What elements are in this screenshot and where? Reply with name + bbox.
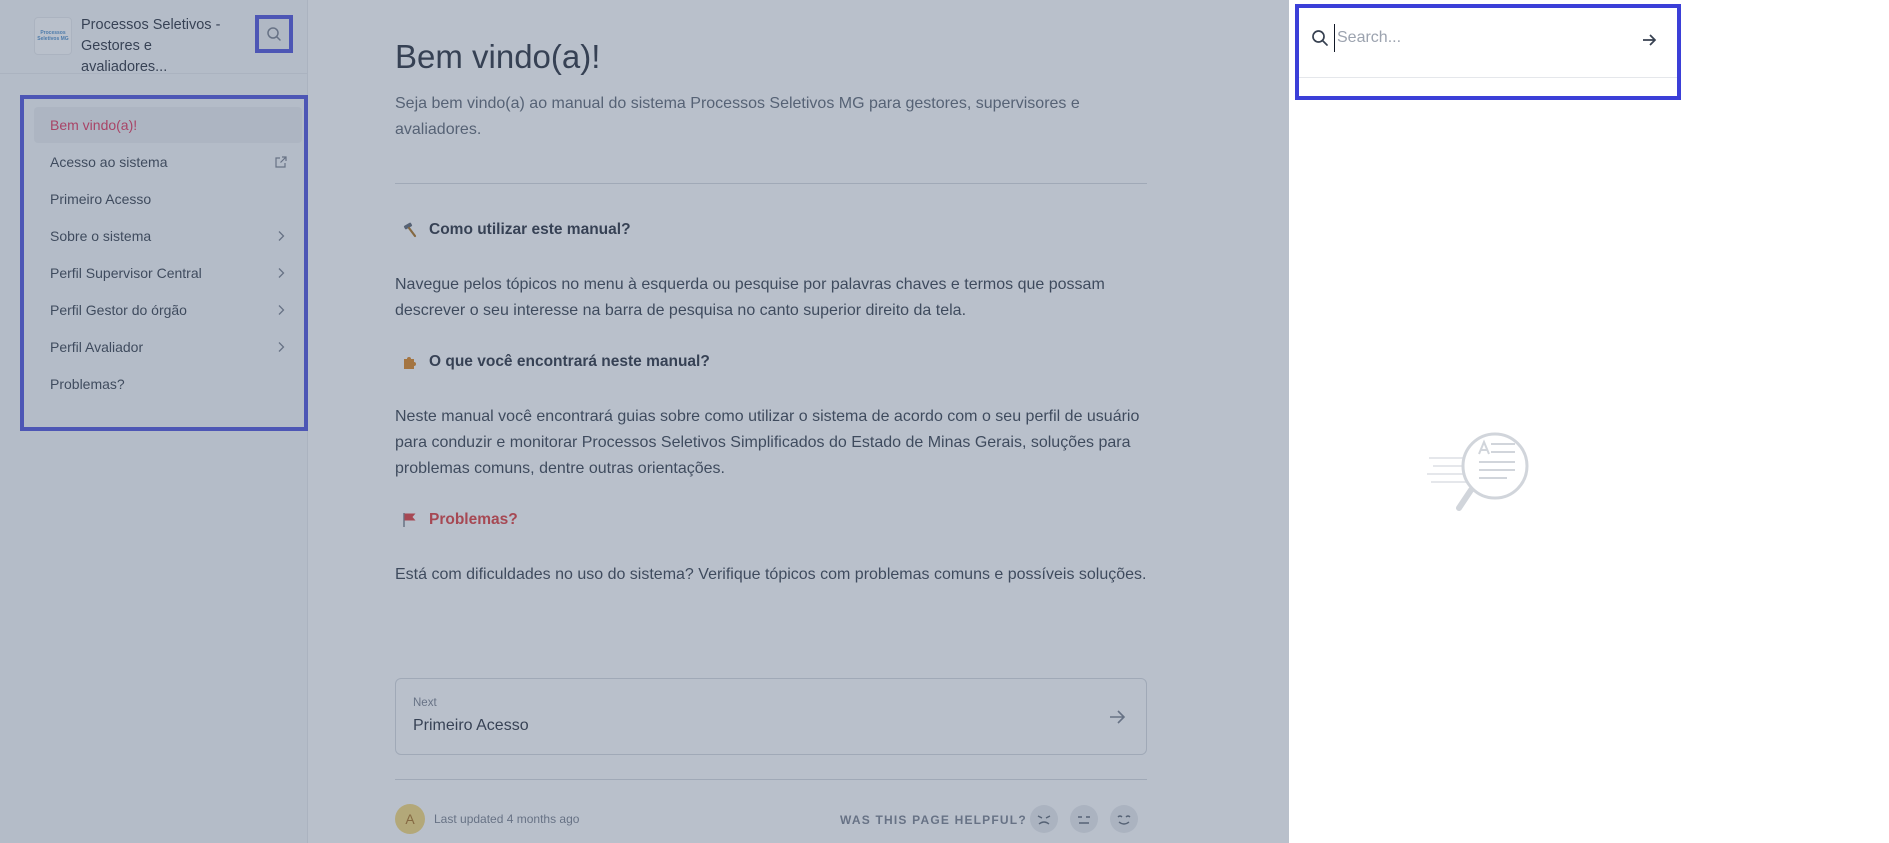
empty-search-illustration	[1427, 432, 1529, 511]
search-input[interactable]	[1334, 24, 1614, 52]
search-box	[1295, 4, 1681, 100]
arrow-right-icon[interactable]	[1641, 31, 1659, 49]
search-icon	[1312, 30, 1328, 46]
modal-backdrop[interactable]	[0, 0, 1289, 843]
search-row	[1299, 8, 1677, 78]
search-panel	[1289, 0, 1889, 843]
